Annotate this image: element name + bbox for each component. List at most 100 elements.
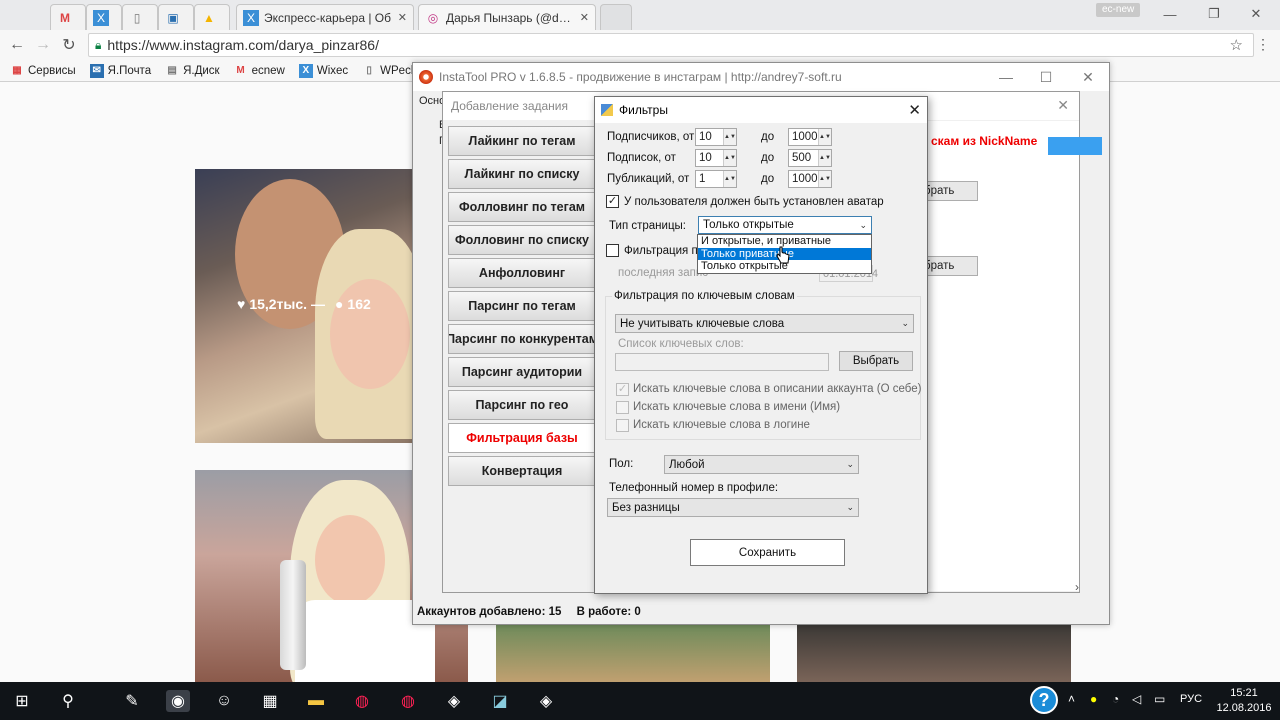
utility-icon[interactable]: ◈ — [534, 690, 558, 712]
bookmark-ecnew[interactable]: Mecnew — [234, 64, 284, 78]
folder-icon[interactable]: ▬ — [304, 690, 328, 712]
followers-to-input[interactable]: 1000 ▲▼ — [788, 128, 832, 146]
language-indicator[interactable]: РУС — [1180, 693, 1202, 705]
spinner-arrows-icon[interactable]: ▲▼ — [723, 129, 736, 145]
task-parsing-tags[interactable]: Парсинг по тегам — [448, 291, 596, 321]
bookmark-star-icon[interactable]: ☆ — [1230, 36, 1243, 54]
task-liking-tags[interactable]: Лайкинг по тегам — [448, 126, 596, 156]
keywords-list-input[interactable] — [615, 353, 829, 371]
help-icon[interactable]: ? — [1030, 686, 1058, 714]
task-liking-list[interactable]: Лайкинг по списку — [448, 159, 596, 189]
restore-icon[interactable]: ❐ — [1196, 4, 1232, 24]
hand-cursor-icon — [776, 246, 790, 267]
filter-icon — [601, 104, 613, 116]
avatar-label: У пользователя должен быть установлен ав… — [624, 196, 884, 208]
keywords-mode-select[interactable]: Не учитывать ключевые слова ⌄ — [615, 314, 914, 333]
wifi-icon[interactable]: ◔ — [1112, 692, 1119, 706]
kw-option-checkbox-2[interactable] — [616, 401, 629, 414]
maximize-icon[interactable]: ☐ — [1031, 67, 1061, 87]
save-button[interactable]: Сохранить — [690, 539, 845, 566]
person-app-icon[interactable]: ☺ — [212, 690, 236, 712]
selected-row[interactable] — [1048, 137, 1102, 155]
record-app-icon[interactable]: ◉ — [166, 690, 190, 712]
chevron-down-icon: ⌄ — [859, 219, 867, 230]
close-icon[interactable]: ✕ — [1238, 4, 1274, 24]
menu-icon[interactable]: ⋮ — [1256, 36, 1270, 53]
windows-start-icon[interactable]: ⊞ — [10, 690, 34, 712]
followers-from-input[interactable]: 10 ▲▼ — [695, 128, 737, 146]
spinner-arrows-icon[interactable]: ▲▼ — [723, 150, 736, 166]
spinner-arrows-icon[interactable]: ▲▼ — [818, 171, 831, 187]
value: 1000 — [792, 131, 818, 143]
task-parsing-audience[interactable]: Парсинг аудитории — [448, 357, 596, 387]
forward-icon[interactable]: → — [32, 35, 54, 55]
task-following-list[interactable]: Фолловинг по списку — [448, 225, 596, 255]
filters-dialog: Фильтры ✕ Подписчиков, от 10 ▲▼ до 1000 ▲▼… — [594, 96, 928, 594]
tab-drive[interactable]: ▲ — [194, 4, 230, 30]
tab-gmail[interactable]: M — [50, 4, 86, 30]
volume-icon[interactable]: ◁ — [1132, 692, 1141, 706]
close-icon[interactable]: ✕ — [1073, 67, 1103, 87]
choose-keywords-button[interactable]: Выбрать — [839, 351, 913, 371]
tab-express-career[interactable]: X Экспресс-карьера | Об ✕ — [236, 4, 414, 30]
search-icon[interactable]: ⚲ — [56, 690, 80, 712]
new-tab-button[interactable] — [600, 4, 632, 30]
page-type-select[interactable]: Только открытые ⌄ — [698, 216, 872, 234]
following-from-input[interactable]: 10 ▲▼ — [695, 149, 737, 167]
posts-from-input[interactable]: 1 ▲▼ — [695, 170, 737, 188]
tray-app-icon[interactable]: ● — [1090, 692, 1097, 706]
chevron-down-icon: ⌄ — [846, 459, 854, 469]
back-icon[interactable]: ← — [6, 35, 28, 55]
spinner-arrows-icon[interactable]: ▲▼ — [723, 171, 736, 187]
spinner-arrows-icon[interactable]: ▲▼ — [818, 129, 831, 145]
profile-badge[interactable]: ec-new — [1096, 3, 1141, 17]
battery-icon[interactable]: ▭ — [1154, 692, 1165, 706]
close-icon[interactable]: ✕ — [908, 101, 921, 119]
bookmark-services[interactable]: ▦ Сервисы — [10, 64, 75, 78]
filter-date-checkbox[interactable] — [606, 244, 619, 257]
phone-select[interactable]: Без разницы ⌄ — [607, 498, 859, 517]
bookmark-yandex-disk[interactable]: ▤ Я.Диск — [165, 64, 219, 78]
instagram-post-photo[interactable]: ♥ 15,2тыс. — ● 162 — [195, 169, 415, 443]
clock[interactable]: 15:21 12.08.2016 — [1214, 686, 1274, 716]
tab-screen[interactable]: ▣ — [158, 4, 194, 30]
tab-close-icon[interactable]: ✕ — [580, 11, 589, 24]
task-unfollowing[interactable]: Анфолловинг — [448, 258, 596, 288]
close-icon[interactable]: ✕ — [1057, 97, 1069, 114]
chrome-icon[interactable]: ◍ — [396, 690, 420, 712]
minimize-icon[interactable]: — — [991, 67, 1021, 87]
instatool-icon[interactable]: ◈ — [442, 690, 466, 712]
chevron-right-icon[interactable]: › — [1075, 580, 1079, 594]
gender-select[interactable]: Любой ⌄ — [664, 455, 859, 474]
last-post-label: последняя запис — [618, 267, 709, 279]
reload-icon[interactable]: ↻ — [58, 35, 80, 55]
chrome-icon[interactable]: ◍ — [350, 690, 374, 712]
stack-app-icon[interactable]: ▦ — [258, 690, 282, 712]
kw-option-checkbox-3[interactable] — [616, 419, 629, 432]
tab-wix[interactable]: X — [86, 4, 122, 30]
avatar-checkbox[interactable]: ✓ — [606, 195, 619, 208]
tab-document[interactable]: ▯ — [122, 4, 158, 30]
post-stats: ♥ 15,2тыс. — ● 162 — [237, 296, 371, 312]
task-filter-base[interactable]: Фильтрация базы — [448, 423, 596, 453]
editor-icon[interactable]: ◪ — [488, 690, 512, 712]
instagram-post-photo[interactable] — [496, 625, 770, 682]
task-following-tags[interactable]: Фолловинг по тегам — [448, 192, 596, 222]
following-to-input[interactable]: 500 ▲▼ — [788, 149, 832, 167]
spinner-arrows-icon[interactable]: ▲▼ — [818, 150, 831, 166]
task-conversion[interactable]: Конвертация — [448, 456, 596, 486]
address-bar[interactable]: 🔒︎ https://www.instagram.com/darya_pinza… — [88, 33, 1254, 57]
chevron-up-icon[interactable]: ˄ — [1068, 692, 1075, 706]
tab-instagram[interactable]: ◎ Дарья Пынзарь (@darya ✕ — [418, 4, 596, 30]
task-parsing-geo[interactable]: Парсинг по гео — [448, 390, 596, 420]
bookmark-yandex-mail[interactable]: ✉ Я.Почта — [89, 63, 151, 78]
minimize-icon[interactable]: — — [1152, 4, 1188, 24]
task-view-icon[interactable]: ✎ — [120, 690, 144, 712]
task-parsing-competitors[interactable]: Парсинг по конкурентам — [448, 324, 596, 354]
kw-option-checkbox-1[interactable]: ✓ — [616, 383, 629, 396]
instagram-post-photo[interactable] — [797, 625, 1071, 682]
tab-close-icon[interactable]: ✕ — [398, 11, 407, 24]
value: 1 — [699, 173, 706, 185]
bookmark-wixec[interactable]: X Wixec — [298, 63, 348, 78]
posts-to-input[interactable]: 1000 ▲▼ — [788, 170, 832, 188]
